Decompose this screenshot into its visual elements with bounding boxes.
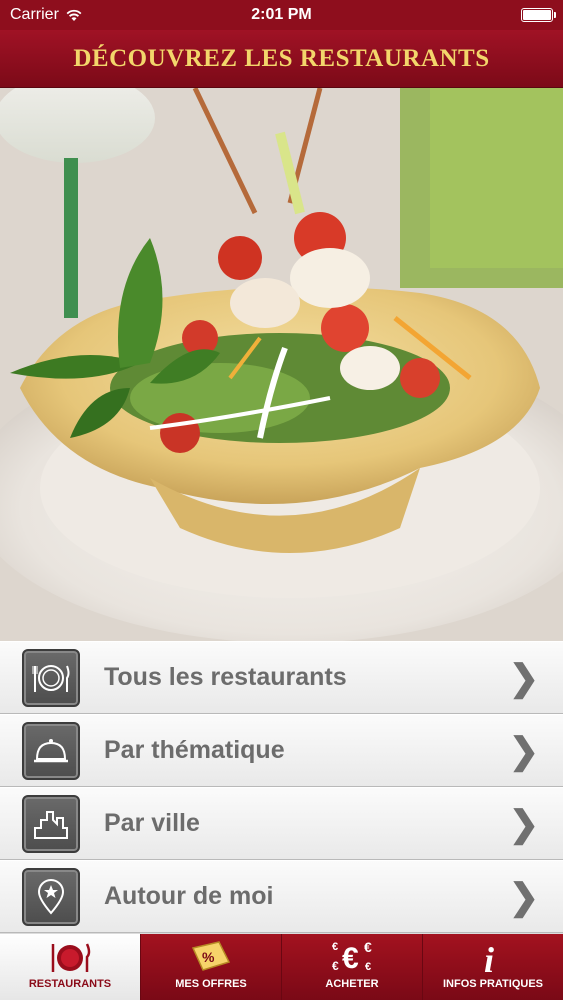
wifi-icon [66,9,82,21]
menu-item-by-city[interactable]: Par ville ❯ [0,787,563,860]
percent-tag-icon: % [191,941,231,971]
svg-text:€: € [365,961,371,973]
svg-text:€: € [332,941,338,953]
status-left: Carrier [10,6,83,24]
menu-label: Par thématique [104,736,285,764]
header-bar: DÉCOUVREZ LES RESTAURANTS [0,30,563,88]
tab-bar: RESTAURANTS % MES OFFRES € € € € € ACHET… [0,934,563,1000]
menu-item-by-theme[interactable]: Par thématique ❯ [0,714,563,787]
menu-label: Par ville [104,809,200,837]
menu-item-nearby[interactable]: Autour de moi ❯ [0,860,563,933]
tab-label: INFOS PRATIQUES [442,978,544,990]
status-time: 2:01 PM [251,6,312,23]
menu-label: Autour de moi [104,882,274,910]
menu-list: Tous les restaurants ❯ Par thématique ❯ … [0,641,563,934]
location-pin-star-icon [22,867,80,926]
cloche-icon [22,721,80,780]
chevron-right-icon: ❯ [508,656,539,698]
tab-restaurants[interactable]: RESTAURANTS [0,934,140,1000]
svg-text:i: i [484,940,494,976]
svg-text:€: € [342,942,359,975]
chevron-right-icon: ❯ [508,729,539,771]
chevron-right-icon: ❯ [508,875,539,917]
chevron-right-icon: ❯ [508,802,539,844]
plate-cutlery-icon [22,648,80,707]
svg-text:€: € [332,959,339,973]
carrier-label: Carrier [10,6,59,23]
tab-offers[interactable]: % MES OFFRES [140,934,281,1000]
plate-cutlery-icon [51,943,91,972]
svg-text:€: € [364,939,372,955]
tab-info[interactable]: i INFOS PRATIQUES [422,934,563,1000]
tab-buy[interactable]: € € € € € ACHETER [281,934,422,1000]
menu-label: Tous les restaurants [104,663,347,691]
food-illustration [0,88,563,641]
page-title: DÉCOUVREZ LES RESTAURANTS [73,44,490,72]
menu-item-all-restaurants[interactable]: Tous les restaurants ❯ [0,641,563,714]
hero-food-photo [0,88,563,641]
euro-coins-icon: € € € € € [332,939,372,975]
tab-label: ACHETER [325,978,379,990]
battery-icon [521,8,556,22]
info-icon: i [484,940,494,976]
tab-label: RESTAURANTS [28,978,112,990]
svg-text:%: % [202,949,215,965]
tab-label: MES OFFRES [175,978,247,990]
status-bar: Carrier 2:01 PM [0,0,563,30]
city-skyline-icon [22,794,80,853]
